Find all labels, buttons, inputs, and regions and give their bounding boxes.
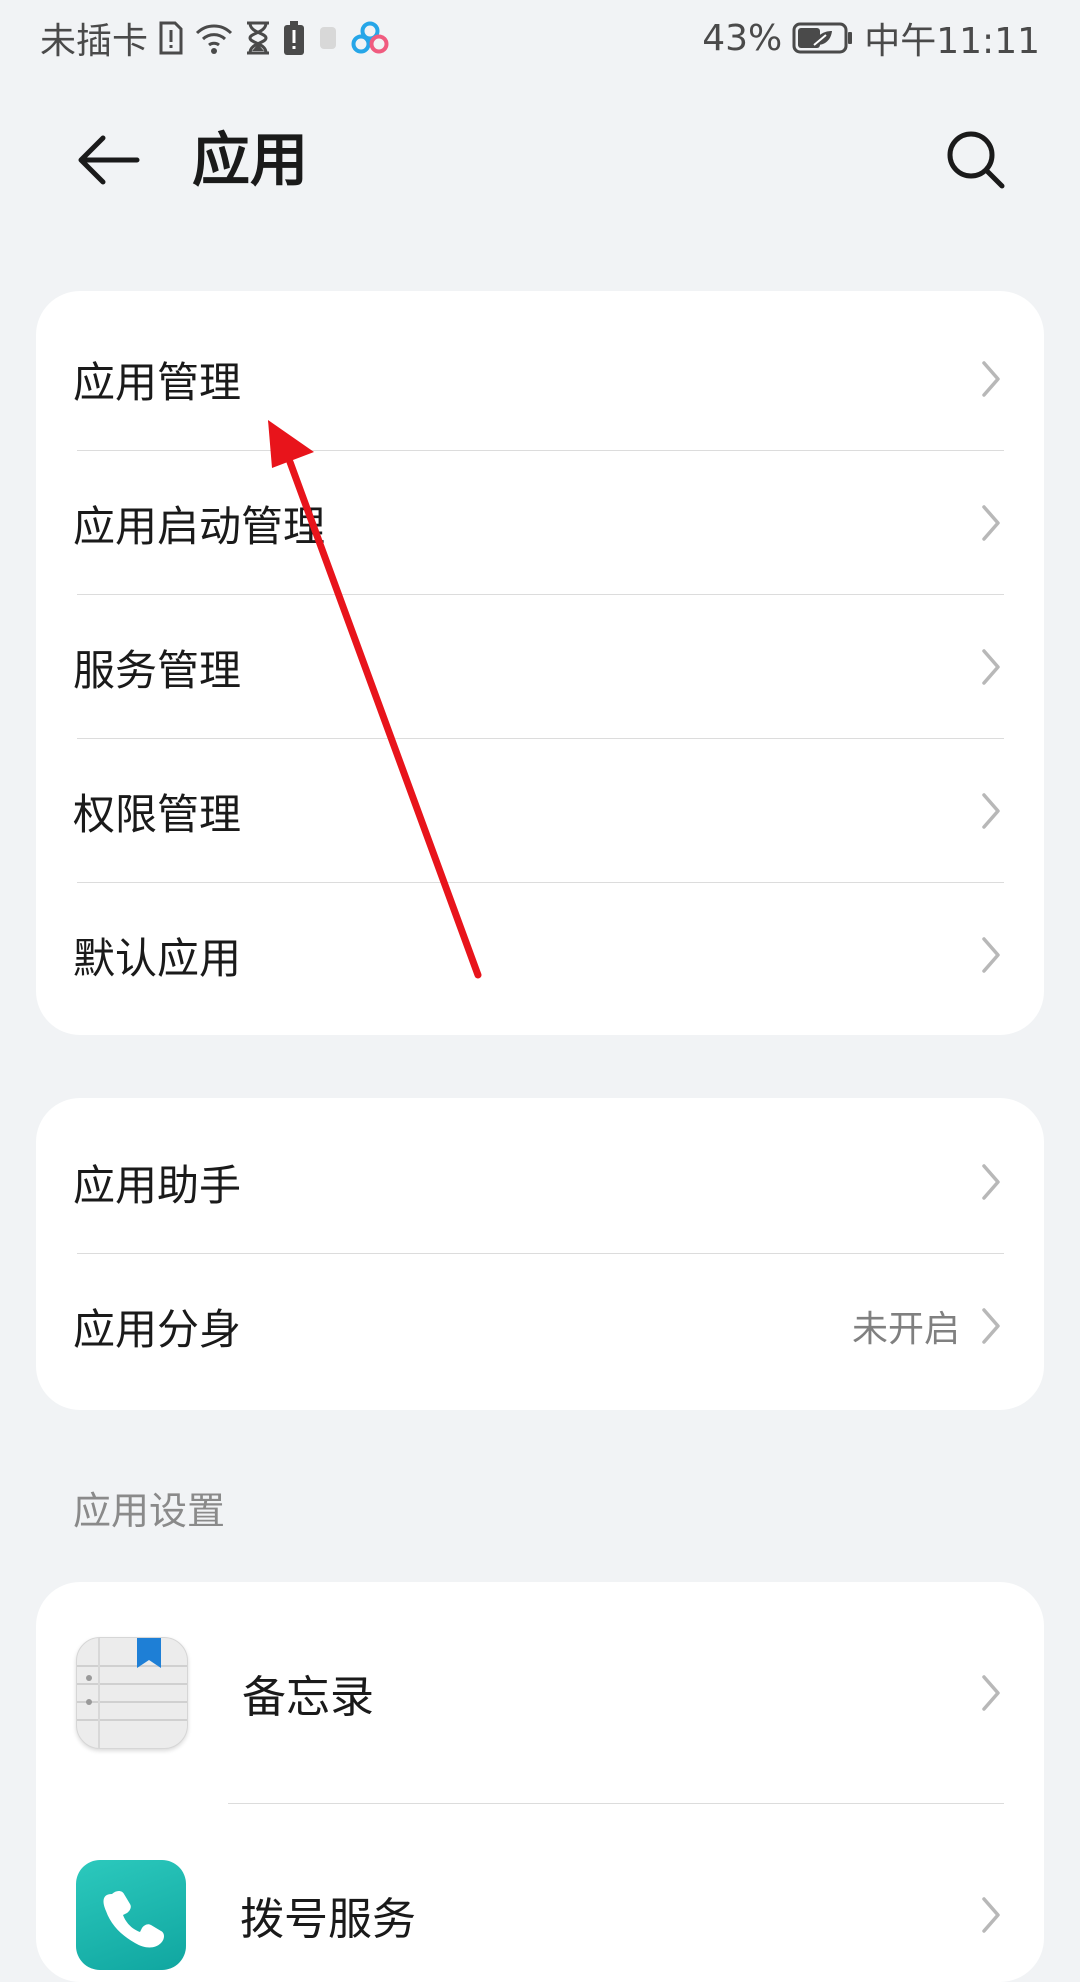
menu-item-label: 服务管理 bbox=[73, 645, 242, 695]
clock: 中午11:11 bbox=[864, 21, 1040, 62]
chevron-right-icon bbox=[978, 1671, 1004, 1715]
menu-item-permission-management[interactable]: 权限管理 bbox=[36, 739, 1044, 883]
chevron-right-icon bbox=[978, 1304, 1004, 1348]
menu-item-label: 应用分身 bbox=[73, 1304, 242, 1354]
status-left: 未插卡 bbox=[40, 12, 390, 64]
chevron-right-icon bbox=[978, 645, 1004, 689]
app-settings-card: 备忘录 拨号服务 bbox=[36, 1582, 1044, 1982]
menu-item-app-management[interactable]: 应用管理 bbox=[36, 307, 1044, 451]
app-item-notes[interactable]: 备忘录 bbox=[36, 1582, 1044, 1804]
arrow-left-icon bbox=[78, 135, 140, 185]
battery-percent: 43% bbox=[702, 17, 783, 59]
page-title: 应用 bbox=[192, 126, 309, 194]
menu-item-label: 默认应用 bbox=[73, 933, 242, 983]
app-twin-status: 未开启 bbox=[851, 1309, 960, 1350]
menu-item-default-apps[interactable]: 默认应用 bbox=[36, 883, 1044, 1027]
menu-item-startup-management[interactable]: 应用启动管理 bbox=[36, 451, 1044, 595]
search-button[interactable] bbox=[938, 122, 1014, 198]
app-bar: 应用 bbox=[0, 100, 1080, 220]
wifi-icon bbox=[194, 21, 234, 55]
app-management-card: 应用管理 应用启动管理 服务管理 权限管理 默认应用 bbox=[36, 291, 1044, 1035]
status-right: 43% 中午11:11 bbox=[702, 12, 1040, 64]
app-item-label: 拨号服务 bbox=[240, 1894, 416, 1945]
chevron-right-icon bbox=[978, 1160, 1004, 1204]
back-button[interactable] bbox=[70, 122, 146, 198]
chevron-right-icon bbox=[978, 933, 1004, 977]
sim-alert-icon bbox=[158, 21, 184, 55]
status-bar: 未插卡 43% 中午11:11 bbox=[0, 0, 1080, 76]
carrier-text: 未插卡 bbox=[40, 21, 149, 62]
section-label-app-settings: 应用设置 bbox=[73, 1489, 226, 1533]
app-item-dialer[interactable]: 拨号服务 bbox=[36, 1804, 1044, 1982]
chevron-right-icon bbox=[978, 501, 1004, 545]
menu-item-app-assistant[interactable]: 应用助手 bbox=[36, 1110, 1044, 1254]
search-icon bbox=[947, 131, 1005, 189]
app-notification-icon bbox=[350, 20, 390, 56]
chevron-right-icon bbox=[978, 357, 1004, 401]
notes-app-icon bbox=[76, 1637, 188, 1749]
menu-item-label: 应用启动管理 bbox=[73, 501, 326, 551]
hourglass-icon bbox=[244, 21, 272, 55]
menu-item-label: 应用助手 bbox=[73, 1160, 242, 1210]
notification-dot-icon bbox=[316, 23, 340, 53]
chevron-right-icon bbox=[978, 789, 1004, 833]
app-item-label: 备忘录 bbox=[242, 1672, 374, 1723]
battery-alert-icon bbox=[282, 20, 306, 56]
menu-item-label: 权限管理 bbox=[73, 789, 242, 839]
menu-item-service-management[interactable]: 服务管理 bbox=[36, 595, 1044, 739]
battery-saver-icon bbox=[792, 21, 854, 55]
menu-item-label: 应用管理 bbox=[73, 357, 242, 407]
menu-item-app-twin[interactable]: 应用分身 未开启 bbox=[36, 1254, 1044, 1398]
app-assistant-card: 应用助手 应用分身 未开启 bbox=[36, 1098, 1044, 1410]
chevron-right-icon bbox=[978, 1893, 1004, 1937]
dialer-app-icon bbox=[76, 1860, 186, 1970]
